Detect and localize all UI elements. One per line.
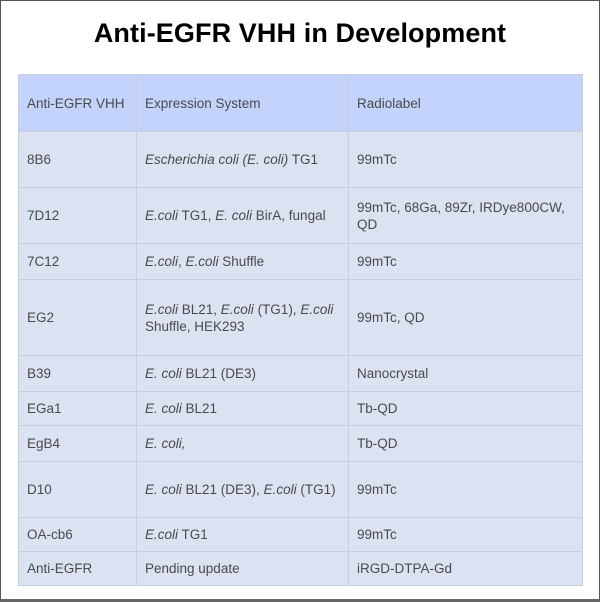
expression-segment: E.coli xyxy=(263,482,297,497)
table-row: 7D12 E.coli TG1, E. coli BirA, fungal 99mT… xyxy=(18,187,583,244)
expression-segment: BL21 (DE3), xyxy=(181,482,264,497)
table-row: Anti-EGFR Pending update iRGD-DTPA-Gd xyxy=(18,551,583,586)
cell-radiolabel: iRGD-DTPA-Gd xyxy=(348,551,583,586)
expression-segment: Shuffle xyxy=(218,254,265,269)
expression-segment: BL21 (DE3) xyxy=(181,366,257,381)
cell-vhh: 8B6 xyxy=(18,131,137,188)
cell-radiolabel: Nanocrystal xyxy=(348,355,583,392)
expression-segment: BL21, xyxy=(178,301,221,317)
expression-segment: E.coli xyxy=(145,301,179,317)
cell-vhh: Anti-EGFR xyxy=(18,551,137,586)
expression-segment: TG1 xyxy=(178,527,208,542)
expression-segment: TG1, xyxy=(178,208,216,223)
expression-segment: E.coli xyxy=(220,301,254,317)
expression-segment: E.coli xyxy=(185,254,219,269)
expression-segment: E.coli xyxy=(145,208,179,223)
expression-segment: E.coli xyxy=(145,254,179,269)
cell-vhh: OA-cb6 xyxy=(18,517,137,552)
table-row: EGa1 E. coli BL21 Tb-QD xyxy=(18,391,583,426)
cell-radiolabel: Tb-QD xyxy=(348,425,583,462)
table-row: OA-cb6 E.coli TG1 99mTc xyxy=(18,517,583,552)
table-row: EG2 E.coli BL21, E.coli (TG1), E.coli Shu… xyxy=(18,279,583,356)
cell-radiolabel: 99mTc xyxy=(348,517,583,552)
expression-segment: E. coli xyxy=(145,482,182,497)
table-row: 8B6 Escherichia coli (E. coli) TG1 99mTc xyxy=(18,131,583,188)
expression-segment: BL21 xyxy=(181,401,218,416)
cell-radiolabel: 99mTc xyxy=(348,461,583,518)
cell-vhh: 7C12 xyxy=(18,243,137,280)
table-row: D10 E. coli BL21 (DE3), E.coli (TG1) 99mTc xyxy=(18,461,583,518)
cell-vhh: D10 xyxy=(18,461,137,518)
expression-segment: Pending update xyxy=(145,561,240,576)
cell-expression-system: E.coli, E.coli Shuffle xyxy=(136,243,349,280)
expression-segment: Escherichia coli (E. coli) xyxy=(145,152,289,167)
expression-segment: E.coli xyxy=(145,527,179,542)
cell-expression-system: E. coli BL21 (DE3) xyxy=(136,355,349,392)
page-title: Anti-EGFR VHH in Development xyxy=(93,18,507,48)
cell-radiolabel: 99mTc xyxy=(348,131,583,188)
table-row: 7C12 E.coli, E.coli Shuffle 99mTc xyxy=(18,243,583,280)
cell-radiolabel: Tb-QD xyxy=(348,391,583,426)
cell-expression-system: E. coli BL21 xyxy=(136,391,349,426)
cell-expression-system: Escherichia coli (E. coli) TG1 xyxy=(136,131,349,188)
expression-segment: (TG1) xyxy=(296,482,336,497)
expression-segment: Shuffle, HEK293 xyxy=(145,318,245,334)
cell-vhh: 7D12 xyxy=(18,187,137,244)
expression-segment: E. coli xyxy=(145,366,182,381)
expression-segment: E.coli xyxy=(300,301,334,317)
cell-vhh: EG2 xyxy=(18,279,137,356)
table-row: B39 E. coli BL21 (DE3) Nanocrystal xyxy=(18,355,583,392)
expression-segment: E. coli xyxy=(215,208,253,223)
cell-expression-system: Pending update xyxy=(136,551,349,586)
cell-radiolabel: 99mTc, QD xyxy=(348,279,583,356)
cell-vhh: EGa1 xyxy=(18,391,137,426)
header-radiolabel: Radiolabel xyxy=(348,74,583,132)
expression-segment: BirA, fungal xyxy=(252,208,326,223)
table-header-row: Anti-EGFR VHH Expression System Radiolab… xyxy=(18,74,583,132)
cell-vhh: B39 xyxy=(18,355,137,392)
header-expression-system: Expression System xyxy=(136,74,349,132)
cell-expression-system: E. coli, xyxy=(136,425,349,462)
cell-expression-system: E.coli BL21, E.coli (TG1), E.coli Shuffl… xyxy=(136,279,349,356)
cell-expression-system: E.coli TG1 xyxy=(136,517,349,552)
vhh-table: Anti-EGFR VHH Expression System Radiolab… xyxy=(18,74,583,586)
header-vhh: Anti-EGFR VHH xyxy=(18,74,137,132)
expression-segment: (TG1), xyxy=(253,301,301,317)
cell-vhh: EgB4 xyxy=(18,425,137,462)
expression-segment: , xyxy=(178,254,186,269)
expression-segment: TG1 xyxy=(288,152,319,167)
cell-radiolabel: 99mTc, 68Ga, 89Zr, IRDye800CW, QD xyxy=(348,187,583,244)
cell-expression-system: E. coli BL21 (DE3), E.coli (TG1) xyxy=(136,461,349,518)
expression-segment: E. coli xyxy=(145,401,182,416)
table-row: EgB4 E. coli, Tb-QD xyxy=(18,425,583,462)
expression-segment: E. coli, xyxy=(145,436,186,451)
cell-radiolabel: 99mTc xyxy=(348,243,583,280)
cell-expression-system: E.coli TG1, E. coli BirA, fungal xyxy=(136,187,349,244)
